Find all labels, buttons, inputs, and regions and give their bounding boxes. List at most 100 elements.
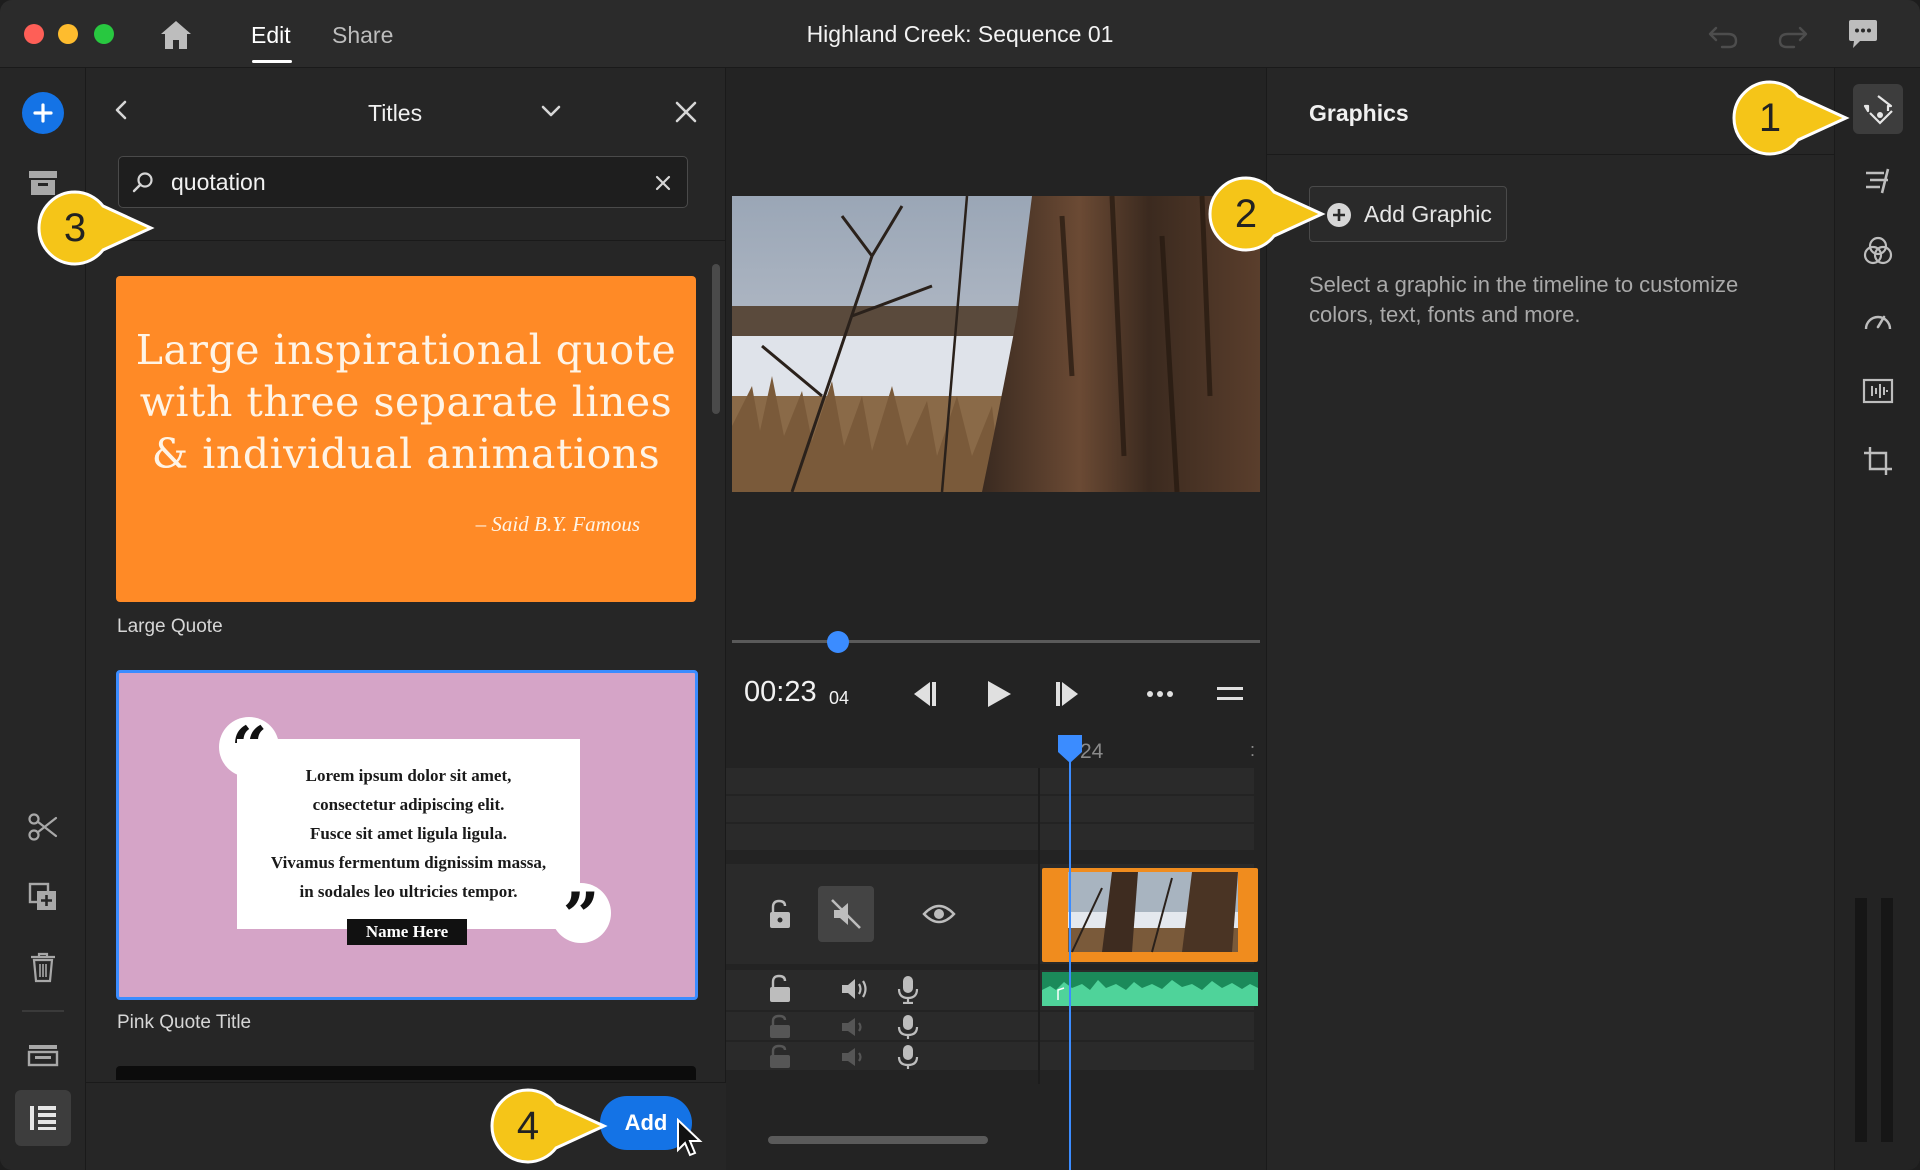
video-frame-image [732,196,1260,492]
step-back-icon[interactable] [904,674,944,714]
speaker-icon[interactable] [838,974,872,1006]
microphone-icon[interactable] [894,974,922,1006]
transitions-icon[interactable] [1853,156,1903,206]
unlock-icon[interactable] [766,1044,794,1076]
menu-icon[interactable] [1210,674,1250,714]
search-input[interactable] [171,165,631,199]
chevron-down-icon[interactable] [536,98,566,124]
graphics-panel-icon[interactable] [1853,84,1903,134]
tab-share[interactable]: Share [332,22,393,49]
timeline-ruler-label: 24 [1080,740,1104,763]
title-card-large-quote[interactable]: Large inspirational quote with three sep… [116,276,696,602]
title-card-label: Pink Quote Title [117,1012,252,1033]
unlock-icon[interactable] [766,898,794,930]
timecode-frames: 04 [829,688,850,708]
close-window-button[interactable] [24,24,44,44]
add-media-button[interactable] [22,92,64,134]
pink-quote-line: consectetur adipiscing elit. [312,795,505,814]
add-graphic-button[interactable]: Add Graphic [1309,186,1507,242]
speaker-muted-icon [831,899,861,929]
track-header-divider [1038,768,1040,1084]
timeline-empty-track [726,768,1254,794]
zoom-window-button[interactable] [94,24,114,44]
speaker-icon[interactable] [838,1014,872,1046]
title-card-pink-quote[interactable]: “ Lorem ipsum dolor sit amet, consectetu… [116,670,698,1000]
callout-number: 3 [63,206,87,250]
callout-number: 4 [516,1104,540,1148]
callout-number: 2 [1234,192,1258,236]
scrubber-track[interactable] [732,640,1260,643]
video-clip[interactable] [1042,868,1258,962]
playhead-handle[interactable] [1057,734,1083,764]
app-window: Edit Share Highland Creek: Sequence 01 T… [0,0,1920,1170]
microphone-icon[interactable] [894,1044,922,1076]
titles-panel: Titles Large inspirational quote with th… [86,68,726,1170]
clip-thumbnail [1068,872,1238,953]
unlock-icon[interactable] [766,1014,794,1046]
split-scissors-icon[interactable] [22,806,64,848]
unlock-icon[interactable] [766,974,794,1006]
panel-title: Titles [368,100,423,126]
clear-search-icon[interactable] [651,171,675,195]
title-card-partial[interactable] [116,1066,696,1080]
audio-track [726,1042,1254,1070]
pink-quote-line: Vivamus fermentum dignissim massa, [270,853,547,872]
add-graphic-label: Add Graphic [1364,201,1492,227]
mouse-cursor-icon [676,1117,704,1158]
graphics-help-text: Select a graphic in the timeline to cust… [1309,272,1739,327]
audio-waveform [1042,980,1258,1006]
pink-quote-line: in sodales leo ultricies tempor. [299,882,518,901]
timeline-scrollbar[interactable] [768,1136,988,1144]
effects-panel-icon[interactable] [22,1034,64,1076]
close-panel-icon[interactable] [672,98,700,126]
panel-scrollbar[interactable] [712,264,720,414]
audio-level-meter [1881,898,1893,1142]
title-card-label: Large Quote [117,616,223,637]
microphone-icon[interactable] [894,1014,922,1046]
close-quote-icon: ” [551,879,611,954]
more-options-icon[interactable] [1140,674,1180,714]
undo-icon[interactable] [1706,20,1740,50]
title-bar: Edit Share Highland Creek: Sequence 01 [0,0,1920,68]
large-quote-line: & individual animations [151,430,661,478]
crop-icon[interactable] [1853,436,1903,486]
minimize-window-button[interactable] [58,24,78,44]
large-quote-line: Large inspirational quote [135,326,677,374]
home-icon[interactable] [158,18,194,52]
color-icon[interactable] [1853,226,1903,276]
toolbar-divider [22,1010,64,1012]
graphics-panel-title: Graphics [1309,100,1409,126]
play-icon[interactable] [978,674,1018,714]
timecode: 00:23 [744,676,817,708]
redo-icon[interactable] [1776,20,1810,50]
tab-edit[interactable]: Edit [251,22,291,49]
audio-waveform-icon[interactable] [1853,366,1903,416]
mute-video-toggle[interactable] [818,886,874,942]
audio-track [726,1012,1254,1040]
callout-marker: 2 [1206,174,1326,254]
back-chevron-icon[interactable] [108,96,136,124]
trash-icon[interactable] [22,946,64,988]
pink-quote-name-tag: Name Here [347,919,467,945]
timeline-ruler-marker: : [1250,740,1256,760]
speaker-icon[interactable] [838,1044,872,1076]
search-field[interactable] [118,156,688,208]
titles-panel-icon[interactable] [15,1090,71,1146]
timeline-empty-track [726,796,1254,822]
callout-marker: 3 [35,188,155,268]
program-monitor[interactable] [732,196,1260,492]
add-circle-icon [1326,202,1352,228]
callout-marker: 4 [488,1086,608,1166]
graphics-panel: Graphics Add Graphic Select a graphic in… [1266,68,1835,1170]
eye-icon[interactable] [922,900,956,932]
right-rail [1834,68,1920,1170]
large-quote-line: with three separate lines [139,378,673,426]
feedback-icon[interactable] [1846,18,1880,50]
pink-quote-line: Fusce sit amet ligula ligula. [310,824,507,843]
audio-clip[interactable] [1042,972,1258,1006]
callout-marker: 1 [1730,78,1850,158]
speed-gauge-icon[interactable] [1853,296,1903,346]
duplicate-icon[interactable] [22,876,64,918]
scrubber-handle[interactable] [826,631,849,653]
step-forward-icon[interactable] [1048,674,1088,714]
